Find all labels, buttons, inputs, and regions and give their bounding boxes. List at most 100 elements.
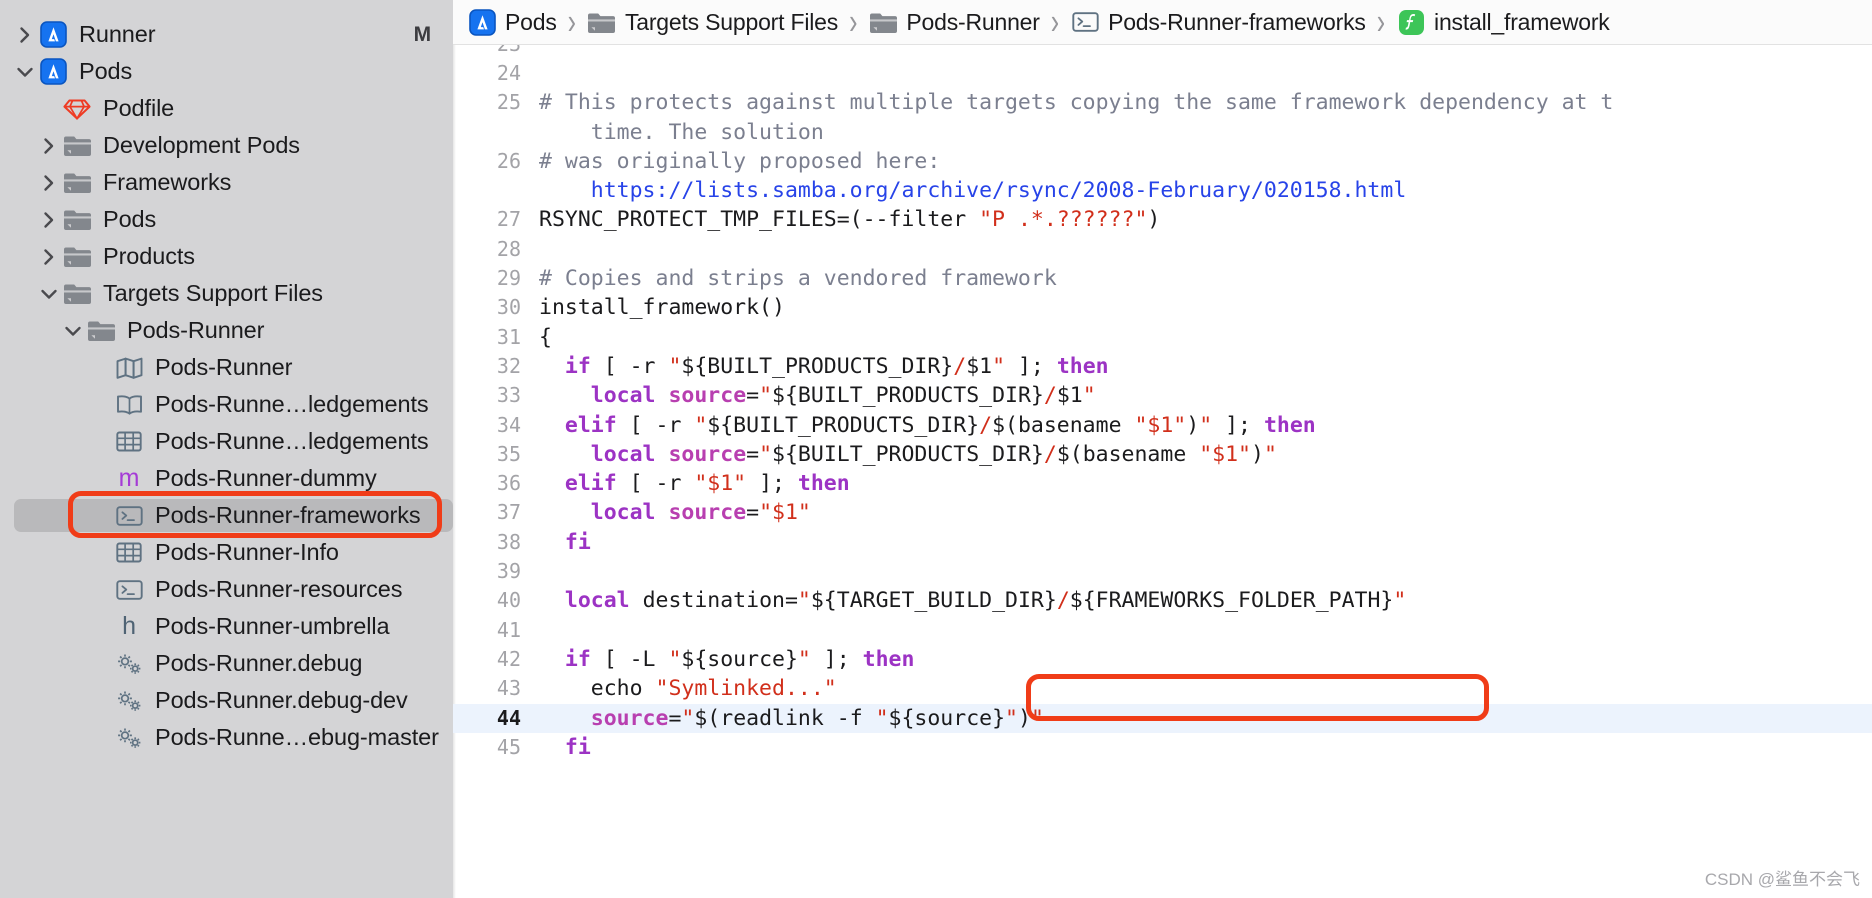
tree-item-content: m Pods-Runner-dummy — [0, 465, 377, 493]
chevron-down-icon[interactable] — [60, 318, 86, 344]
sidebar-item-pods[interactable]: Pods — [0, 201, 453, 238]
sidebar-item-pods[interactable]: Pods — [0, 53, 453, 90]
sidebar-item-pods-runner-umbrella[interactable]: h Pods-Runner-umbrella — [0, 608, 453, 645]
code-line[interactable]: 40 local destination="${TARGET_BUILD_DIR… — [453, 586, 1872, 615]
code-line[interactable]: 30 install_framework() — [453, 293, 1872, 322]
line-number: 26 — [496, 148, 521, 173]
code-lines[interactable]: 23 24 25 # This protects against multiple t… — [453, 45, 1872, 762]
code-line[interactable]: 42 if [ -L "${source}" ]; then — [453, 645, 1872, 674]
project-tree[interactable]: Runner M Pods Podfile Development Pods Framew… — [0, 16, 453, 756]
code-token-cmt: # was originally proposed here: — [539, 148, 941, 174]
code-line[interactable]: 41 — [453, 616, 1872, 645]
code-line[interactable]: 25 # This protects against multiple targe… — [453, 88, 1872, 117]
code-token-pln — [539, 178, 591, 203]
chevron-right-icon[interactable] — [36, 133, 62, 159]
chevron-down-icon[interactable] — [36, 281, 62, 307]
breadcrumb-item-pods[interactable]: Pods — [467, 8, 557, 36]
code-line[interactable]: 43 echo "Symlinked..." — [453, 674, 1872, 703]
folder-icon — [62, 206, 92, 234]
chevron-right-icon[interactable] — [36, 207, 62, 233]
sidebar-item-products[interactable]: Products — [0, 238, 453, 275]
sidebar-item-runner[interactable]: Runner M — [0, 16, 453, 53]
sidebar-item-pods-runne-ebug-master[interactable]: Pods-Runne…ebug-master — [0, 719, 453, 756]
code-line[interactable]: 39 — [453, 557, 1872, 586]
breadcrumb-item-label: Targets Support Files — [624, 8, 839, 35]
code-token-pln — [539, 647, 565, 672]
code-line[interactable]: time. The solution — [453, 118, 1872, 147]
code-token-pln: = — [668, 705, 682, 731]
code-token-pln — [539, 354, 565, 379]
sidebar-item-pods-runner-dummy[interactable]: m Pods-Runner-dummy — [0, 460, 453, 497]
code-line[interactable]: 24 — [453, 59, 1872, 88]
source-code-view[interactable]: 23 24 25 # This protects against multiple t… — [453, 45, 1872, 898]
chevron-right-icon[interactable] — [36, 170, 62, 196]
chevron-right-icon[interactable] — [36, 244, 62, 270]
objc-m-file-icon: m — [118, 464, 140, 492]
code-line[interactable]: 29 # Copies and strips a vendored framewo… — [453, 264, 1872, 293]
tree-item-content: Pods-Runner — [0, 317, 264, 345]
code-line[interactable]: 36 elif [ -r "$1" ]; then — [453, 469, 1872, 498]
code-token-kw: then — [862, 646, 915, 672]
xcode-project-icon — [38, 58, 68, 86]
line-number: 40 — [496, 588, 521, 613]
code-token-pln: ${BUILT_PRODUCTS_DIR} — [772, 441, 1044, 467]
code-line[interactable]: 27 RSYNC_PROTECT_TMP_FILES=(--filter "P .… — [453, 205, 1872, 234]
code-line[interactable]: 32 if [ -r "${BUILT_PRODUCTS_DIR}/$1" ];… — [453, 352, 1872, 381]
code-token-pln: $1 — [966, 353, 993, 379]
code-token-pln: ) — [1017, 705, 1031, 731]
folder-icon — [62, 169, 92, 197]
sidebar-item-pods-runner-frameworks[interactable]: Pods-Runner-frameworks — [0, 497, 453, 534]
sidebar-item-label: Pods-Runner-umbrella — [155, 612, 390, 639]
tree-item-content: Products — [0, 243, 195, 271]
code-token-kw: fi — [564, 529, 591, 555]
breadcrumb-item-pods-runner-frameworks[interactable]: Pods-Runner-frameworks — [1070, 8, 1366, 36]
chevron-down-icon[interactable] — [12, 59, 38, 85]
breadcrumb-item-targets-support-files[interactable]: Targets Support Files — [587, 8, 838, 36]
project-navigator-sidebar[interactable]: Runner M Pods Podfile Development Pods Framew… — [0, 0, 453, 898]
sidebar-item-podfile[interactable]: Podfile — [0, 90, 453, 127]
sidebar-item-pods-runner-debug[interactable]: Pods-Runner.debug — [0, 645, 453, 682]
code-line[interactable]: 38 fi — [453, 528, 1872, 557]
code-line[interactable]: https://lists.samba.org/archive/rsync/20… — [453, 176, 1872, 205]
line-number: 23 — [453, 45, 539, 59]
sidebar-item-pods-runner[interactable]: Pods-Runner — [0, 312, 453, 349]
sidebar-item-label: Pods-Runner-frameworks — [155, 501, 421, 528]
code-token-str: " — [759, 441, 773, 467]
code-line[interactable]: 26 # was originally proposed here: — [453, 147, 1872, 176]
code-token-pln: echo — [539, 676, 656, 702]
code-line[interactable]: 45 fi — [453, 733, 1872, 762]
sidebar-item-development-pods[interactable]: Development Pods — [0, 127, 453, 164]
sidebar-item-pods-runner-debug-dev[interactable]: Pods-Runner.debug-dev — [0, 682, 453, 719]
breadcrumb[interactable]: Pods › Targets Support Files › Pods-Runner › P… — [453, 0, 1872, 45]
tree-item-content: Frameworks — [0, 169, 231, 197]
tree-item-content: Pods-Runne…ebug-master — [0, 724, 439, 752]
chevron-right-icon[interactable] — [12, 22, 38, 48]
code-line-text: fi — [539, 733, 1872, 762]
code-line[interactable]: 28 — [453, 235, 1872, 264]
code-line[interactable]: 34 elif [ -r "${BUILT_PRODUCTS_DIR}/$(ba… — [453, 411, 1872, 440]
sidebar-item-pods-runner[interactable]: Pods-Runner — [0, 349, 453, 386]
code-line[interactable]: 33 local source="${BUILT_PRODUCTS_DIR}/$… — [453, 381, 1872, 410]
sidebar-item-pods-runner-resources[interactable]: Pods-Runner-resources — [0, 571, 453, 608]
sidebar-item-label: Pods-Runne…ledgements — [155, 390, 429, 417]
code-line[interactable]: 35 local source="${BUILT_PRODUCTS_DIR}/$… — [453, 440, 1872, 469]
sidebar-item-pods-runner-info[interactable]: Pods-Runner-Info — [0, 534, 453, 571]
code-token-pln: = — [746, 441, 760, 467]
code-line[interactable]: 31 { — [453, 323, 1872, 352]
code-token-pln: [ -L — [590, 646, 669, 672]
sidebar-item-targets-support-files[interactable]: Targets Support Files — [0, 275, 453, 312]
sidebar-item-pods-runne-ledgements[interactable]: Pods-Runne…ledgements — [0, 386, 453, 423]
code-line[interactable]: 44 source="$(readlink -f "${source}")" — [453, 703, 1872, 733]
sidebar-item-frameworks[interactable]: Frameworks — [0, 164, 453, 201]
sidebar-item-pods-runne-ledgements[interactable]: Pods-Runne…ledgements — [0, 423, 453, 460]
code-token-var: source — [668, 441, 747, 467]
sidebar-item-label: Pods-Runne…ebug-master — [155, 723, 439, 750]
code-line[interactable]: 37 local source="$1" — [453, 498, 1872, 527]
breadcrumb-item-pods-runner[interactable]: Pods-Runner — [868, 8, 1040, 36]
code-token-pln: ) — [1186, 412, 1200, 438]
breadcrumb-item-install-framework[interactable]: install_framework — [1396, 8, 1610, 36]
